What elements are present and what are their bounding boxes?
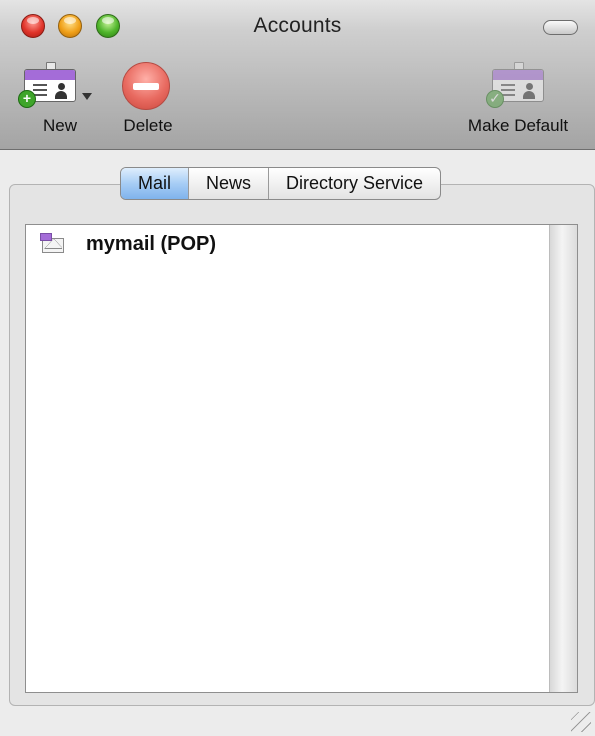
new-card-icon: + [18,62,76,108]
make-default-button[interactable]: ✓ Make Default [451,56,585,136]
new-label: New [42,116,77,135]
add-icon: + [18,90,36,108]
tab-news[interactable]: News [189,168,270,199]
title-bar: Accounts + New Delete ✓ Make Default [0,0,595,150]
list-item[interactable]: mymail (POP) [40,233,216,255]
new-account-button[interactable]: + New [18,56,98,136]
make-default-label: Make Default [467,116,569,135]
account-type-tabs: Mail News Directory Service [120,167,442,200]
make-default-card-icon: ✓ [486,62,544,108]
delete-label: Delete [123,116,173,135]
account-name: mymail (POP) [86,232,217,255]
tab-directory-service[interactable]: Directory Service [269,168,440,199]
resize-grip-icon[interactable] [571,712,591,732]
delete-icon [122,62,170,110]
delete-account-button[interactable]: Delete [110,56,186,136]
vertical-scrollbar[interactable] [549,225,577,692]
toolbar-toggle-button[interactable] [543,20,578,35]
tab-mail[interactable]: Mail [121,168,190,199]
window-title: Accounts [253,14,342,37]
accounts-window: Accounts + New Delete ✓ Make Default Mai… [0,0,595,736]
mail-account-icon [40,233,68,255]
dropdown-arrow-icon[interactable] [82,93,92,100]
accounts-list[interactable]: mymail (POP) [25,224,578,693]
check-icon: ✓ [486,90,504,108]
